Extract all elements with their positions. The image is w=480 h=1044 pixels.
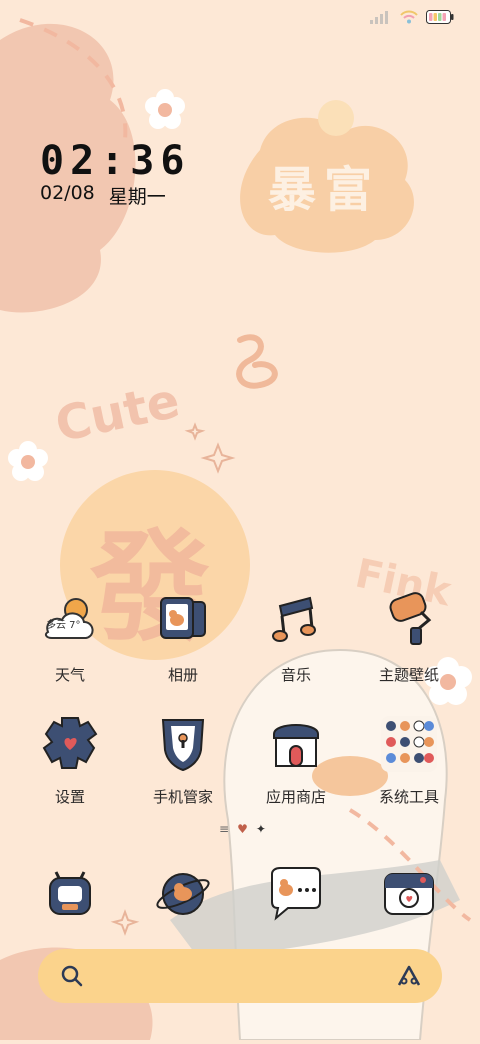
- app-store-house-icon: [264, 712, 328, 776]
- app-system-tools[interactable]: 系统工具: [353, 712, 465, 807]
- wifi-icon: [400, 10, 418, 24]
- search-icon[interactable]: [60, 964, 84, 988]
- settings-gear-icon: [38, 712, 102, 776]
- app-label: 系统工具: [378, 788, 439, 806]
- dock-phone[interactable]: [14, 862, 126, 926]
- signal-icon: [370, 11, 388, 24]
- browser-icon: [151, 862, 215, 926]
- weather-icon: 多云 7°: [38, 590, 102, 654]
- clock-time[interactable]: 02:36: [40, 138, 190, 184]
- weather-badge: 多云 7°: [46, 620, 81, 631]
- messages-icon: [264, 862, 328, 926]
- dock-camera[interactable]: [353, 862, 465, 926]
- app-gallery[interactable]: 相册: [127, 590, 239, 685]
- page-indicator-heart-icon: ♥: [237, 822, 248, 836]
- page-indicator[interactable]: ≡ ♥ ✦: [219, 822, 266, 836]
- app-label: 音乐: [280, 666, 311, 684]
- wallpaper-cloud-text: 暴富: [268, 162, 381, 218]
- music-icon: [264, 590, 328, 654]
- app-label: 天气: [54, 666, 85, 684]
- page-indicator-lines-icon: ≡: [219, 822, 230, 836]
- search-bar[interactable]: [38, 949, 442, 1003]
- app-label: 手机管家: [152, 788, 213, 806]
- app-label: 应用商店: [265, 788, 326, 806]
- battery-icon: [426, 10, 454, 24]
- app-label: 主题壁纸: [378, 666, 439, 684]
- app-phone-manager[interactable]: 手机管家: [127, 712, 239, 807]
- theme-wallpaper-icon: [377, 590, 441, 654]
- voice-assistant-icon[interactable]: [396, 963, 422, 989]
- status-bar: [370, 10, 454, 24]
- dock-messages[interactable]: [240, 862, 352, 926]
- phone-manager-shield-icon: [151, 712, 215, 776]
- app-label: 相册: [167, 666, 198, 684]
- app-theme-wallpaper[interactable]: 主题壁纸: [353, 590, 465, 685]
- page-indicator-sparkle-icon: ✦: [255, 822, 266, 836]
- gallery-icon: [151, 590, 215, 654]
- app-settings[interactable]: 设置: [14, 712, 126, 807]
- dock-browser[interactable]: [127, 862, 239, 926]
- clock-weekday: 星期一: [108, 186, 166, 208]
- clock-date-row[interactable]: 02/08 星期一: [40, 182, 166, 209]
- clock-date: 02/08: [40, 182, 95, 204]
- app-weather[interactable]: 多云 7° 天气: [14, 590, 126, 685]
- phone-icon: [38, 862, 102, 926]
- app-music[interactable]: 音乐: [240, 590, 352, 685]
- app-app-store[interactable]: 应用商店: [240, 712, 352, 807]
- app-label: 设置: [54, 788, 85, 806]
- system-tools-folder-icon: [377, 712, 441, 776]
- camera-icon: [377, 862, 441, 926]
